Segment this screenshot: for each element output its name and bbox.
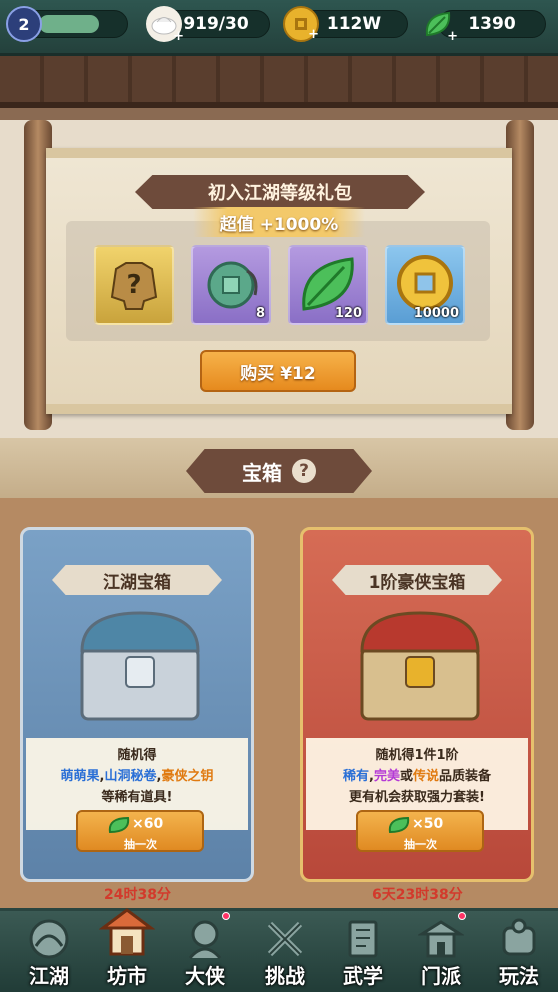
draw-cost: ×60 [132, 816, 164, 832]
armor-icon: ? [110, 262, 158, 310]
chest-name: 江湖宝箱 [52, 565, 222, 595]
desc-part: 萌萌果 [60, 769, 100, 784]
gift-pack-title: 初入江湖等级礼包 [135, 175, 425, 209]
desc-part: 传说 [412, 769, 439, 784]
hero-icon [188, 920, 222, 959]
exp-fill [39, 15, 99, 33]
stamina-value: 919/30 [183, 14, 249, 34]
chest-desc-line2: 稀有,完美或传说品质装备 [306, 765, 528, 784]
gold-chest-icon [360, 611, 480, 721]
nav-jianghu[interactable]: 江湖 [14, 912, 84, 992]
nav-hero[interactable]: 大侠 [170, 912, 240, 992]
draw-label: 抽一次 [124, 838, 157, 851]
leaf-icon[interactable]: + [420, 6, 458, 44]
nav-challenge[interactable]: 挑战 [250, 912, 320, 992]
level-value: 2 [18, 14, 30, 34]
draw-label: 抽一次 [404, 838, 437, 851]
plus-icon: + [308, 27, 319, 42]
item-count: 120 [334, 306, 362, 321]
silver-chest-icon [80, 611, 200, 721]
chests-title: 宝箱 [242, 460, 282, 485]
nav-label: 大侠 [185, 964, 225, 988]
desc-part: 豪侠之钥 [161, 769, 214, 784]
help-icon[interactable]: ? [292, 459, 316, 483]
nav-sect[interactable]: 门派 [406, 912, 476, 992]
chest-desc-line1: 随机得1件1阶 [375, 748, 459, 763]
nav-label: 挑战 [265, 964, 305, 988]
level-badge[interactable]: 2 [6, 6, 42, 42]
nav-label: 武学 [343, 964, 383, 988]
resource-bar: 2 919/30 + 112W + 1390 + [0, 0, 558, 56]
draw-cost: ×50 [412, 816, 444, 832]
nav-martial-arts[interactable]: 武学 [328, 912, 398, 992]
chest-desc-line1: 随机得 [117, 748, 157, 763]
book-icon [348, 920, 378, 958]
leaf-value: 1390 [468, 14, 516, 34]
gift-pack-value-label: 超值 +1000% [193, 207, 365, 237]
nav-label: 玩法 [499, 964, 539, 988]
item-count: 10000 [413, 306, 459, 321]
wood-beam [0, 108, 558, 120]
market-icon [99, 908, 155, 956]
gameplay-icon [502, 918, 536, 956]
nav-label: 江湖 [29, 964, 69, 988]
gift-item-mystery-equipment[interactable]: ? [94, 245, 174, 325]
desc-part: 品质装备 [439, 769, 492, 784]
gift-item-jade-key[interactable]: 8 [191, 245, 271, 325]
chest-timer: 6天23时38分 [372, 887, 463, 903]
plus-icon: + [173, 29, 184, 44]
chest-desc-line3: 等稀有道具! [101, 790, 173, 805]
desc-part: 稀有 [342, 769, 369, 784]
chest-name: 1阶豪侠宝箱 [332, 565, 502, 595]
swords-icon [267, 921, 303, 957]
nav-label: 门派 [421, 964, 461, 988]
leaf-icon [388, 816, 410, 834]
gift-item-green-leaf[interactable]: 120 [288, 245, 368, 325]
desc-part: 山洞秘卷 [104, 769, 157, 784]
desc-part: 或 [399, 769, 413, 784]
roof-rafters [0, 56, 558, 108]
svg-text:?: ? [126, 270, 141, 300]
bun-icon[interactable]: + [146, 6, 184, 44]
nav-market[interactable]: 坊市 [92, 900, 162, 988]
desc-part: 完美 [373, 769, 400, 784]
coin-icon[interactable]: + [283, 6, 319, 42]
gift-item-gold-coin[interactable]: 10000 [385, 245, 465, 325]
nav-gameplay[interactable]: 玩法 [484, 912, 554, 992]
plus-icon: + [447, 29, 458, 44]
chest-desc-line2: 萌萌果,山洞秘卷,豪侠之钥 [26, 765, 248, 784]
jianghu-icon [29, 919, 69, 959]
coin-value: 112W [326, 14, 382, 34]
sect-icon [418, 920, 464, 958]
chests-section-header: 宝箱 ? [186, 449, 372, 493]
chest-desc-line3: 更有机会获取强力套装! [349, 790, 485, 805]
leaf-icon [108, 816, 130, 834]
item-count: 8 [255, 306, 265, 321]
buy-button[interactable]: 购买 ¥12 [200, 350, 356, 392]
nav-label: 坊市 [107, 964, 147, 988]
